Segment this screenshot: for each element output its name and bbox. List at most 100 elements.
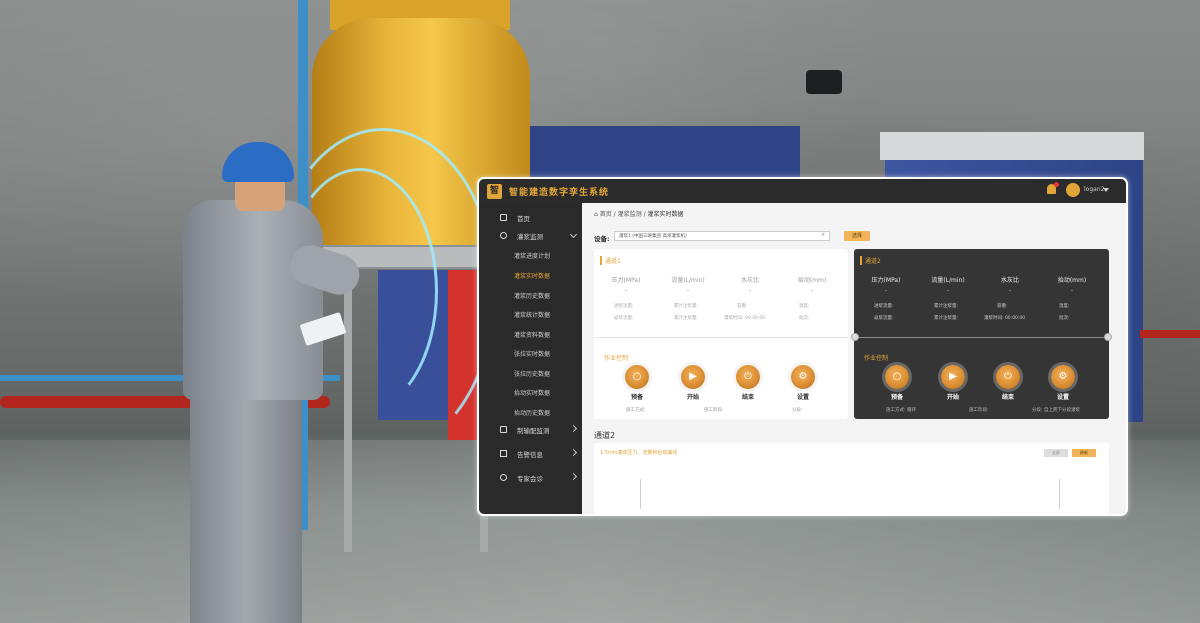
channel2-card: 通道2 压力(MPa) 流量(L/min) 水灰比 抬动(mm) - - - -… (851, 249, 1112, 419)
worker-legs (190, 390, 302, 623)
play-icon: ▶ (689, 371, 697, 382)
operation-control-title: 作业控制 (604, 355, 629, 362)
info-field: 批次: (799, 316, 810, 321)
sidebar-subitem[interactable]: 张拉实时数据 (479, 344, 582, 362)
info-field: 返浆流量: (874, 316, 894, 321)
app-logo-icon: 智 (487, 184, 502, 199)
sidebar-subitem[interactable]: 抬动历史数据 (479, 403, 582, 421)
metric-value: - (686, 287, 690, 294)
footer-field: 施工方式: (626, 408, 646, 413)
sidebar-subitem[interactable]: 灌浆历史数据 (479, 286, 582, 304)
signal-arc (282, 168, 438, 414)
username[interactable]: logan2 (1084, 186, 1104, 193)
sidebar-item-experts[interactable]: 专家会诊 (479, 469, 582, 487)
notification-dot (1054, 182, 1059, 187)
clear-icon[interactable]: × (821, 232, 825, 238)
sidebar-subitem[interactable]: 灌浆统计数据 (479, 305, 582, 323)
slider-knob[interactable] (1104, 333, 1112, 341)
metric-value: - (1070, 287, 1074, 294)
info-field: 累计注浆量: (934, 304, 959, 309)
user-icon (500, 474, 507, 481)
main-content: ⌂ 首页 / 灌浆监测 / 灌浆实时数据 设备: 灌浆1 (中国三峡集团 高坝灌… (582, 203, 1126, 514)
info-field: 温度: (799, 304, 810, 309)
end-button[interactable]: ⏻ (736, 365, 760, 389)
chevron-right-icon (569, 472, 578, 481)
select-button[interactable]: 选择 (844, 231, 870, 241)
info-field: 累计注浆量: (674, 304, 699, 309)
channel-tag: 通道2 (860, 256, 881, 265)
breadcrumb-home[interactable]: 首页 (600, 211, 612, 218)
info-field: 温度: (1059, 304, 1070, 309)
security-camera (806, 70, 842, 94)
chevron-right-icon (569, 424, 578, 433)
sidebar-subitem-active[interactable]: 灌浆实时数据 (479, 266, 582, 284)
sidebar-subitem[interactable]: 抬动实时数据 (479, 383, 582, 401)
end-button[interactable]: ⏻ (996, 365, 1020, 389)
channel-tag: 通道1 (600, 256, 621, 265)
metric-label: 流量(L/min) (671, 277, 705, 284)
button-label: 开始 (946, 394, 959, 401)
metric-label: 抬动(mm) (1057, 277, 1087, 284)
power-icon: ⏻ (1004, 371, 1012, 382)
sidebar-item-alerts[interactable]: 告警信息 (479, 445, 582, 463)
info-field: 进浆流量: (874, 304, 894, 309)
sidebar-subitem[interactable]: 灌浆进度计划 (479, 246, 582, 264)
info-field: 进浆流量: (614, 304, 634, 309)
start-button[interactable]: ▶ (681, 365, 705, 389)
divider (594, 337, 848, 338)
app-title: 智能建造数字孪生系统 (509, 188, 610, 198)
button-label: 开始 (686, 394, 699, 401)
sidebar: 首页 灌浆监测 灌浆进度计划 灌浆实时数据 灌浆历史数据 灌浆统计数据 灌浆资料… (479, 203, 582, 514)
metric-value: - (624, 287, 628, 294)
settings-button[interactable]: ⚙ (1051, 365, 1075, 389)
chart-title: 1.5min灌浆压力、流量和抬动曲线 (600, 450, 678, 456)
metric-value: - (810, 287, 814, 294)
device-label: 设备: (594, 235, 610, 243)
warning-icon (500, 450, 507, 457)
metric-value: - (1008, 287, 1012, 294)
circle-icon: ○ (632, 371, 642, 382)
button-label: 结束 (1001, 394, 1014, 401)
play-icon: ▶ (949, 371, 957, 382)
channel1-card: 通道1 压力(MPa) 流量(L/min) 水灰比 抬动(mm) - - - -… (594, 249, 848, 419)
sidebar-subitem[interactable]: 灌浆资料数据 (479, 325, 582, 343)
button-label: 预备 (630, 394, 643, 401)
avatar[interactable] (1066, 183, 1080, 197)
gear-icon: ⚙ (1058, 371, 1068, 382)
info-field: 灌浆时间: 00:00:00 (724, 316, 766, 321)
device-select-input[interactable]: 灌浆1 (中国三峡集团 高坝灌浆机) (614, 231, 830, 241)
sidebar-item-distribution[interactable]: 制输配监测 (479, 421, 582, 439)
info-field: 灌浆时间: 00:00:00 (984, 316, 1026, 321)
network-icon (500, 426, 507, 433)
sidebar-item-home[interactable]: 首页 (479, 209, 582, 227)
metric-label: 水灰比 (740, 277, 759, 284)
chevron-down-icon[interactable] (1103, 188, 1109, 192)
info-field: 累计注浆量: (934, 316, 959, 321)
power-icon: ⏻ (744, 371, 752, 382)
sidebar-subitem[interactable]: 张拉历史数据 (479, 364, 582, 382)
info-field: 累计注浆量: (674, 316, 699, 321)
settings-button[interactable]: ⚙ (791, 365, 815, 389)
button-label: 结束 (741, 394, 754, 401)
search-icon (500, 232, 507, 239)
fullscreen-button[interactable]: 全屏 (1044, 449, 1068, 457)
section-title: 通道2 (594, 431, 616, 440)
start-button[interactable]: ▶ (941, 365, 965, 389)
prepare-button[interactable]: ○ (885, 365, 909, 389)
chart-axis (1059, 479, 1060, 509)
metric-label: 压力(MPa) (871, 277, 901, 284)
info-field: 容重: (997, 304, 1008, 309)
breadcrumb-level1[interactable]: 灌浆监测 (618, 211, 642, 218)
slider-knob[interactable] (851, 333, 859, 341)
footer-field: 施工阶段: (969, 408, 989, 413)
refresh-button[interactable]: 刷新 (1072, 449, 1096, 457)
prepare-button[interactable]: ○ (625, 365, 649, 389)
footer-field: 分段: 自上而下分段灌浆 (1032, 408, 1080, 413)
metric-value: - (946, 287, 950, 294)
metric-label: 流量(L/min) (931, 277, 965, 284)
button-label: 预备 (890, 394, 903, 401)
metric-value: - (748, 287, 752, 294)
metric-value: - (884, 287, 888, 294)
breadcrumb-current: 灌浆实时数据 (647, 211, 684, 218)
sidebar-item-grouting[interactable]: 灌浆监测 (479, 227, 582, 245)
